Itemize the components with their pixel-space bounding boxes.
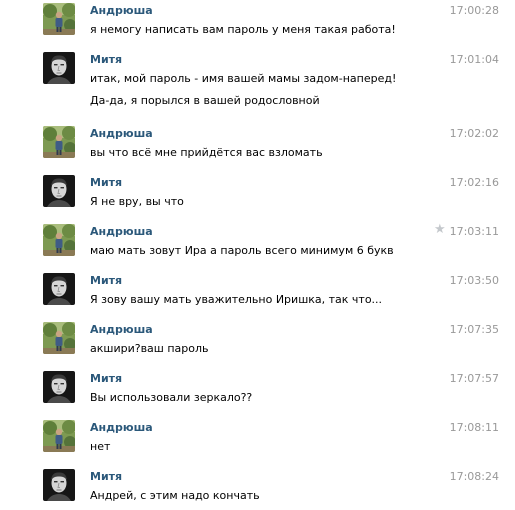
message-time: 17:08:11 xyxy=(449,421,499,434)
avatar-andryusha[interactable] xyxy=(43,322,75,354)
avatar-mitya[interactable] xyxy=(43,273,75,305)
message-text: маю мать зовут Ира а пароль всего миниму… xyxy=(90,244,394,257)
author-name-link[interactable]: Андрюша xyxy=(90,225,153,238)
author-name-link[interactable]: Андрюша xyxy=(90,323,153,336)
avatar-andryusha[interactable] xyxy=(43,420,75,452)
author-name-link[interactable]: Митя xyxy=(90,176,122,189)
message-history: Андрюша 17:00:28 я немогу написать вам пар… xyxy=(0,0,515,510)
message-time: 17:03:50 xyxy=(449,274,499,287)
message-text: итак, мой пароль - имя вашей мамы задом-… xyxy=(90,72,397,85)
avatar-mitya[interactable] xyxy=(43,52,75,84)
author-name-link[interactable]: Андрюша xyxy=(90,127,153,140)
message-text: Андрей, с этим надо кончать xyxy=(90,489,260,502)
author-name-link[interactable]: Митя xyxy=(90,372,122,385)
message-text: Вы использовали зеркало?? xyxy=(90,391,253,404)
message-text: Я зову вашу мать уважительно Иришка, так… xyxy=(90,293,383,306)
message-time: 17:00:28 xyxy=(449,4,499,17)
message-time: 17:07:57 xyxy=(449,372,499,385)
author-name-link[interactable]: Митя xyxy=(90,274,122,287)
author-name-link[interactable]: Андрюша xyxy=(90,421,153,434)
message-text: Я не вру, вы что xyxy=(90,195,184,208)
message-time: 17:02:16 xyxy=(449,176,499,189)
star-icon[interactable]: ★ xyxy=(434,223,446,236)
avatar-andryusha[interactable] xyxy=(43,224,75,256)
message-time: 17:03:11 xyxy=(449,225,499,238)
message-text: нет xyxy=(90,440,111,453)
avatar-andryusha[interactable] xyxy=(43,126,75,158)
avatar-andryusha[interactable] xyxy=(43,3,75,35)
avatar-mitya[interactable] xyxy=(43,371,75,403)
message-time: 17:07:35 xyxy=(449,323,499,336)
author-name-link[interactable]: Андрюша xyxy=(90,4,153,17)
avatar-mitya[interactable] xyxy=(43,469,75,501)
avatar-mitya[interactable] xyxy=(43,175,75,207)
message-text: Да-да, я порылся в вашей родословной xyxy=(90,94,320,107)
author-name-link[interactable]: Митя xyxy=(90,53,122,66)
author-name-link[interactable]: Митя xyxy=(90,470,122,483)
message-time: 17:02:02 xyxy=(449,127,499,140)
message-time: 17:08:24 xyxy=(449,470,499,483)
message-time: 17:01:04 xyxy=(449,53,499,66)
message-text: акшири?ваш пароль xyxy=(90,342,209,355)
message-text: вы что всё мне прийдётся вас взломать xyxy=(90,146,323,159)
message-text: я немогу написать вам пароль у меня така… xyxy=(90,23,396,36)
